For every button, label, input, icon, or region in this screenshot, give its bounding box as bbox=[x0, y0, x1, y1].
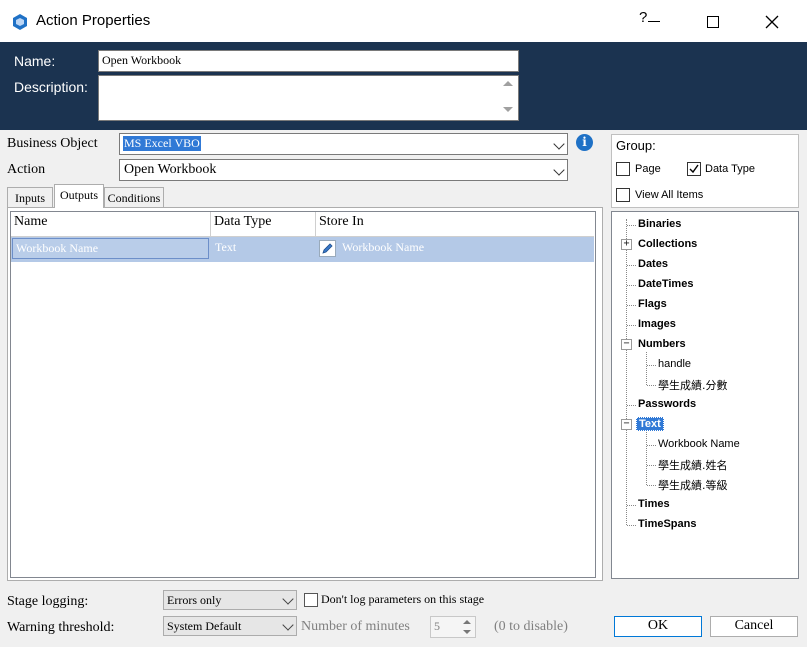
tree-node-collections[interactable]: Collections bbox=[638, 238, 697, 250]
tree-line bbox=[646, 432, 647, 485]
tree-line bbox=[646, 352, 647, 385]
tree-line bbox=[627, 505, 636, 506]
tree-leaf[interactable]: 學生成績.等級 bbox=[658, 477, 728, 493]
tree-line bbox=[627, 525, 636, 526]
close-icon[interactable] bbox=[764, 14, 780, 30]
collapse-icon[interactable]: − bbox=[621, 419, 632, 430]
chevron-down-icon bbox=[553, 164, 565, 176]
view-all-items-label: View All Items bbox=[635, 189, 704, 201]
tab-inputs[interactable]: Inputs bbox=[7, 187, 53, 207]
tree-line bbox=[647, 445, 656, 446]
tree-node-binaries[interactable]: Binaries bbox=[638, 218, 681, 230]
name-input[interactable]: Open Workbook bbox=[98, 50, 519, 72]
column-divider bbox=[315, 212, 316, 236]
tree-node-timespans[interactable]: TimeSpans bbox=[638, 518, 697, 530]
dont-log-parameters-checkbox[interactable] bbox=[304, 593, 318, 607]
dont-log-parameters-label: Don't log parameters on this stage bbox=[321, 592, 485, 606]
ok-button[interactable]: OK bbox=[614, 616, 702, 637]
edit-icon[interactable] bbox=[319, 240, 336, 257]
warning-threshold-label: Warning threshold: bbox=[7, 620, 115, 635]
tree-line bbox=[647, 385, 656, 386]
name-label: Name: bbox=[14, 53, 56, 69]
description-scrollbar[interactable] bbox=[499, 76, 518, 120]
window-title: Action Properties bbox=[36, 12, 151, 29]
output-data-type-cell: Text bbox=[215, 240, 237, 254]
scroll-down-icon[interactable] bbox=[503, 107, 513, 112]
tree-line bbox=[627, 305, 636, 306]
data-type-checkbox-label: Data Type bbox=[705, 163, 755, 175]
description-label: Description: bbox=[14, 79, 88, 95]
tree-line bbox=[647, 465, 656, 466]
output-name-cell[interactable]: Workbook Name bbox=[12, 238, 209, 259]
expand-icon[interactable]: + bbox=[621, 239, 632, 250]
tab-conditions[interactable]: Conditions bbox=[104, 187, 164, 207]
tree-line bbox=[647, 485, 656, 486]
page-checkbox[interactable] bbox=[616, 162, 630, 176]
tree-node-numbers[interactable]: Numbers bbox=[638, 338, 686, 350]
column-header-data-type[interactable]: Data Type bbox=[214, 214, 271, 236]
tree-node-datetimes[interactable]: DateTimes bbox=[638, 278, 693, 290]
tree-line bbox=[627, 265, 636, 266]
help-button[interactable]: ? bbox=[639, 9, 663, 26]
chevron-down-icon bbox=[282, 593, 294, 605]
action-select[interactable]: Open Workbook bbox=[119, 159, 568, 181]
business-object-label: Business Object bbox=[7, 136, 98, 151]
column-divider bbox=[210, 212, 211, 236]
tree-node-times[interactable]: Times bbox=[638, 498, 670, 510]
minimize-icon[interactable] bbox=[648, 21, 660, 22]
disable-hint: (0 to disable) bbox=[494, 619, 568, 634]
info-icon[interactable]: i bbox=[576, 134, 593, 151]
tree-line bbox=[627, 405, 636, 406]
stage-logging-value: Errors only bbox=[167, 593, 222, 607]
app-icon bbox=[11, 13, 29, 31]
maximize-icon[interactable] bbox=[707, 16, 719, 28]
tree-leaf[interactable]: handle bbox=[658, 358, 691, 370]
data-type-checkbox[interactable] bbox=[687, 162, 701, 176]
page-checkbox-label: Page bbox=[635, 163, 661, 175]
tree-line bbox=[627, 225, 636, 226]
tree-line bbox=[627, 325, 636, 326]
cancel-button[interactable]: Cancel bbox=[710, 616, 798, 637]
action-value: Open Workbook bbox=[124, 162, 217, 177]
stage-logging-label: Stage logging: bbox=[7, 594, 89, 609]
action-label: Action bbox=[7, 162, 46, 177]
description-input[interactable] bbox=[98, 75, 519, 121]
chevron-down-icon bbox=[553, 138, 565, 150]
business-object-value: MS Excel VBO bbox=[123, 136, 201, 151]
stepper-down-icon[interactable] bbox=[463, 630, 471, 634]
warning-threshold-select[interactable]: System Default bbox=[163, 616, 297, 636]
tree-node-text[interactable]: Text bbox=[636, 417, 664, 431]
group-label: Group: bbox=[616, 138, 656, 153]
view-all-items-checkbox[interactable] bbox=[616, 188, 630, 202]
tree-leaf[interactable]: 學生成績.分數 bbox=[658, 377, 728, 393]
tree-line bbox=[647, 365, 656, 366]
warning-threshold-value: System Default bbox=[167, 619, 242, 633]
chevron-down-icon bbox=[282, 619, 294, 631]
minutes-label: Number of minutes bbox=[301, 619, 410, 634]
stepper-up-icon[interactable] bbox=[463, 620, 471, 624]
column-header-store-in[interactable]: Store In bbox=[319, 214, 364, 236]
tree-node-flags[interactable]: Flags bbox=[638, 298, 667, 310]
tree-leaf[interactable]: 學生成績.姓名 bbox=[658, 457, 728, 473]
tree-line bbox=[627, 285, 636, 286]
tree-leaf[interactable]: Workbook Name bbox=[658, 438, 740, 450]
business-object-select[interactable]: MS Excel VBO bbox=[119, 133, 568, 155]
column-header-name[interactable]: Name bbox=[14, 214, 47, 236]
check-icon bbox=[689, 164, 699, 174]
tree-node-dates[interactable]: Dates bbox=[638, 258, 668, 270]
minutes-stepper[interactable]: 5 bbox=[430, 616, 476, 638]
tree-node-images[interactable]: Images bbox=[638, 318, 676, 330]
scroll-up-icon[interactable] bbox=[503, 81, 513, 86]
collapse-icon[interactable]: − bbox=[621, 339, 632, 350]
tab-outputs[interactable]: Outputs bbox=[54, 184, 104, 208]
outputs-grid bbox=[10, 211, 596, 578]
tree-node-passwords[interactable]: Passwords bbox=[638, 398, 696, 410]
stage-logging-select[interactable]: Errors only bbox=[163, 590, 297, 610]
minutes-value: 5 bbox=[434, 619, 440, 633]
output-store-in-cell[interactable]: Workbook Name bbox=[342, 240, 424, 255]
